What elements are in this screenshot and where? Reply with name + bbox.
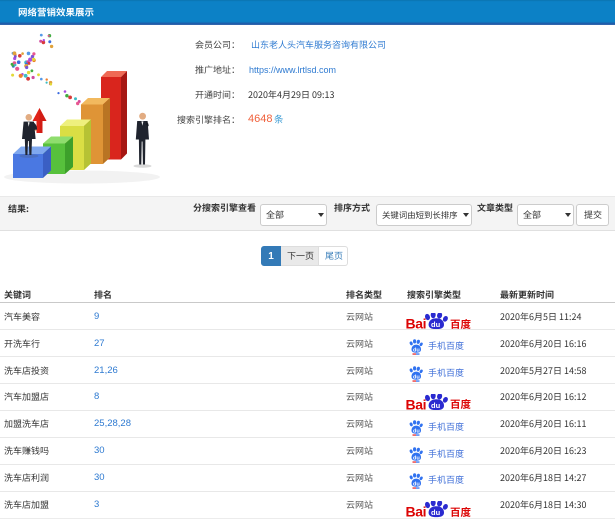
svg-text:Bai: Bai	[406, 504, 426, 519]
svg-text:du: du	[431, 401, 441, 410]
svg-text:du: du	[413, 348, 420, 354]
svg-text:du: du	[413, 374, 420, 380]
svg-text:du: du	[413, 455, 420, 461]
svg-text:du: du	[431, 508, 441, 517]
svg-text:du: du	[413, 428, 420, 434]
svg-text:du: du	[413, 482, 420, 488]
